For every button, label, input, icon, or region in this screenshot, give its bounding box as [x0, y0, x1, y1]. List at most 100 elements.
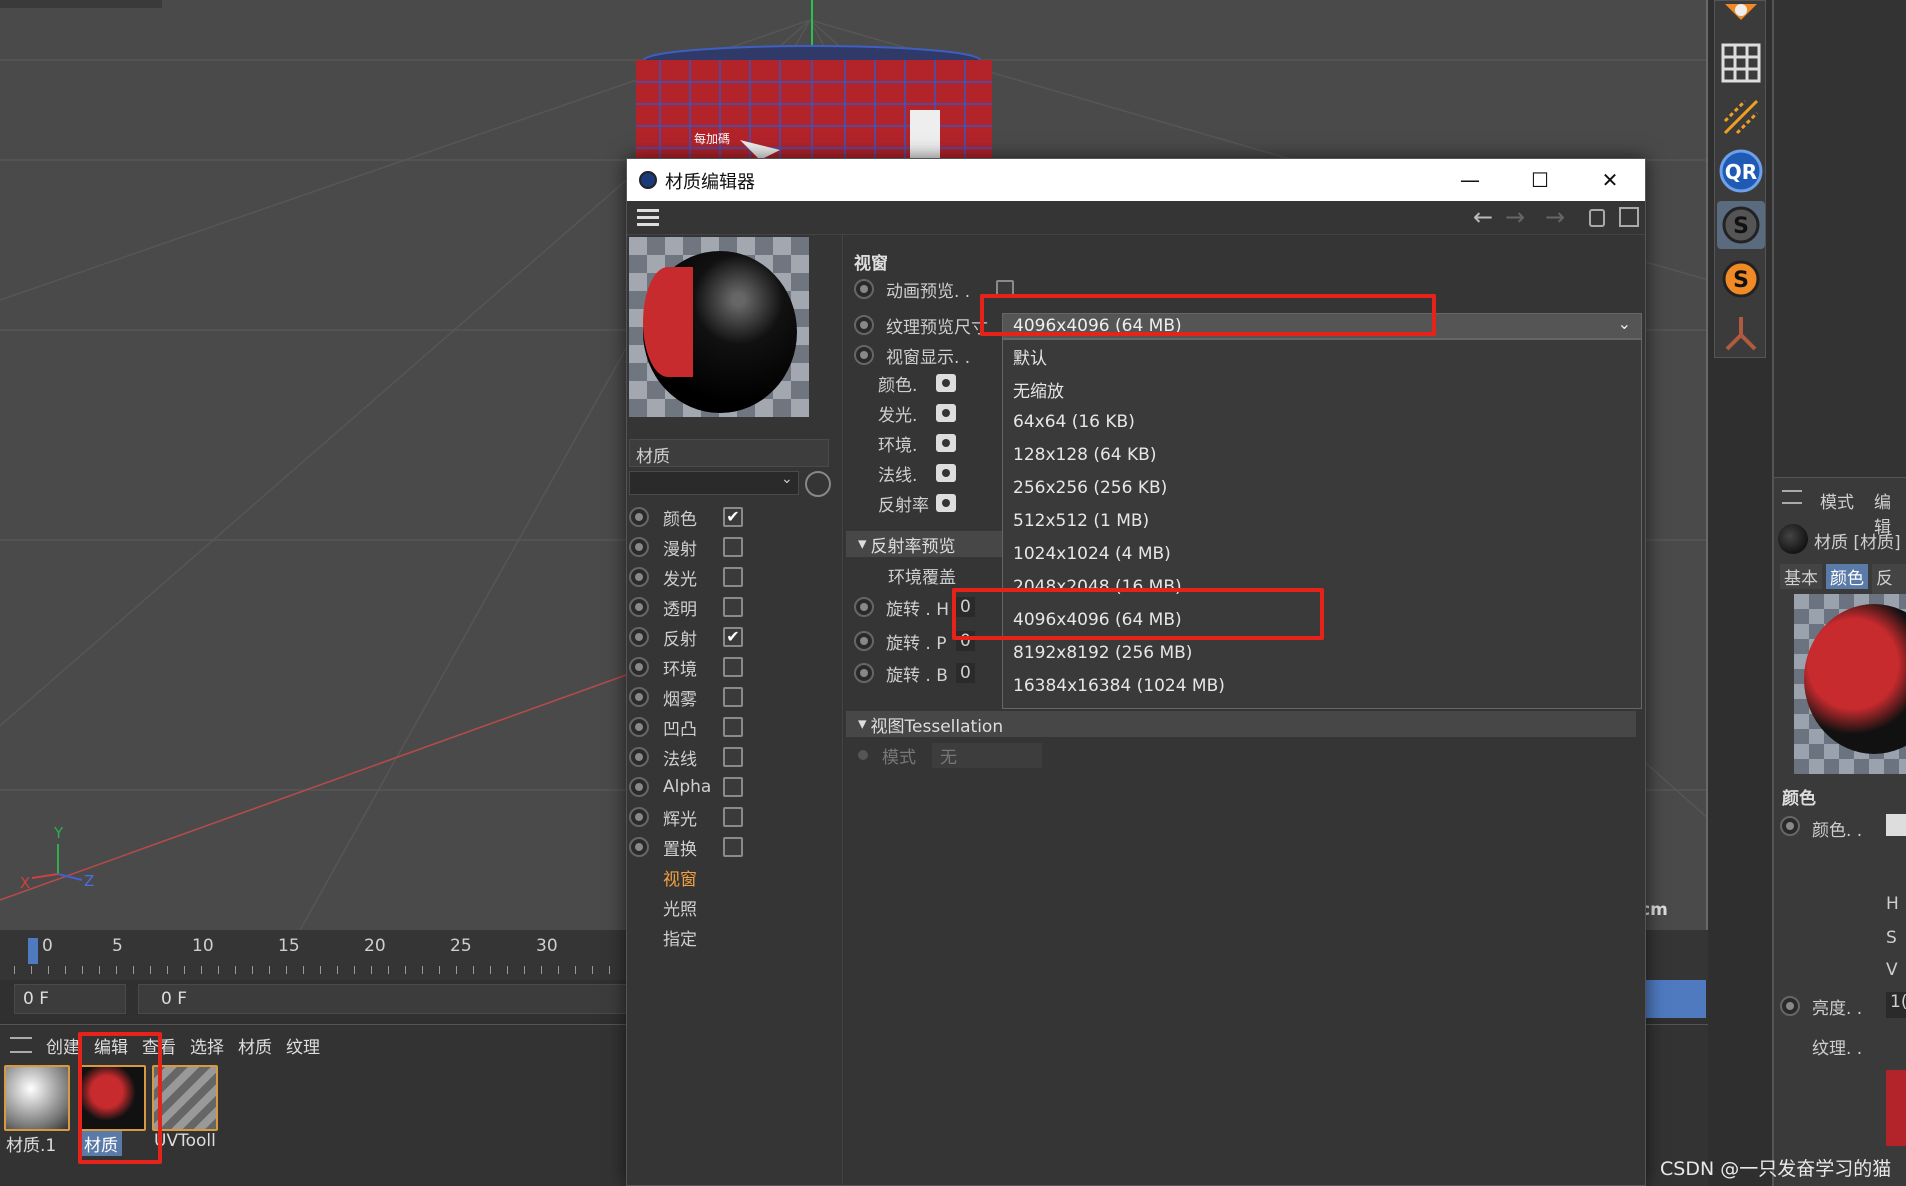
- channel-checkbox[interactable]: ✔: [723, 627, 743, 647]
- display-reflectance[interactable]: 反射率: [878, 489, 956, 517]
- hamburger-icon[interactable]: [637, 209, 659, 226]
- option-512[interactable]: 512x512 (1 MB): [1013, 505, 1149, 537]
- grid-icon[interactable]: [1717, 39, 1765, 87]
- channel-environment[interactable]: 环境: [629, 653, 839, 681]
- eye-icon[interactable]: [936, 494, 956, 512]
- attr-brightness-field[interactable]: 1(: [1886, 992, 1906, 1018]
- attr-brightness-radio[interactable]: [1780, 996, 1800, 1016]
- channel-fog[interactable]: 烟雾: [629, 683, 839, 711]
- channel-radio[interactable]: [629, 567, 649, 587]
- eye-icon[interactable]: [936, 374, 956, 392]
- prop-radio[interactable]: [854, 279, 874, 299]
- lock-icon[interactable]: [1589, 209, 1605, 227]
- channel-color[interactable]: 颜色 ✔: [629, 503, 839, 531]
- material-name-field[interactable]: 材质: [629, 439, 829, 467]
- prop-radio[interactable]: [854, 597, 874, 617]
- channel-transparency[interactable]: 透明: [629, 593, 839, 621]
- channel-radio[interactable]: [629, 657, 649, 677]
- eye-icon[interactable]: [936, 464, 956, 482]
- page-viewport[interactable]: 视窗: [663, 865, 697, 890]
- attr-texture-thumb[interactable]: [1886, 1070, 1906, 1146]
- option-1024[interactable]: 1024x1024 (4 MB): [1013, 538, 1171, 570]
- option-256[interactable]: 256x256 (256 KB): [1013, 472, 1167, 504]
- channel-checkbox[interactable]: [723, 597, 743, 617]
- channel-checkbox[interactable]: [723, 687, 743, 707]
- minimize-icon[interactable]: —: [1435, 159, 1505, 201]
- snap-icon[interactable]: [1717, 1, 1765, 31]
- rot-b-value[interactable]: 0: [956, 663, 975, 683]
- material-label-1[interactable]: 材质.1: [6, 1131, 56, 1156]
- eye-icon[interactable]: [936, 404, 956, 422]
- s-orange-icon[interactable]: S: [1717, 255, 1765, 303]
- menu-icon[interactable]: [1782, 490, 1802, 504]
- option-64[interactable]: 64x64 (16 KB): [1013, 406, 1135, 438]
- rot-h-value[interactable]: 0: [956, 597, 975, 617]
- option-no-scale[interactable]: 无缩放: [1013, 373, 1064, 405]
- channel-radio[interactable]: [629, 807, 649, 827]
- qr-icon[interactable]: QR: [1717, 147, 1765, 195]
- channel-reflectance[interactable]: 反射 ✔: [629, 623, 839, 651]
- forward-arrow-icon[interactable]: →: [1505, 203, 1525, 231]
- attr-tab-color[interactable]: 颜色: [1826, 564, 1868, 589]
- back-arrow-icon[interactable]: ←: [1473, 203, 1493, 231]
- channel-radio[interactable]: [629, 777, 649, 797]
- channel-radio[interactable]: [629, 717, 649, 737]
- prop-rot-p[interactable]: 旋转 . P 0: [854, 627, 975, 655]
- option-128[interactable]: 128x128 (64 KB): [1013, 439, 1156, 471]
- s-gray-icon[interactable]: S: [1717, 201, 1765, 249]
- attr-tab-basic[interactable]: 基本: [1780, 564, 1822, 589]
- mat-menu-create[interactable]: 创建: [46, 1033, 80, 1058]
- prop-viewport-display[interactable]: 视窗显示. .: [854, 341, 996, 369]
- channel-bump[interactable]: 凹凸: [629, 713, 839, 741]
- option-8192[interactable]: 8192x8192 (256 MB): [1013, 637, 1192, 669]
- channel-radio[interactable]: [629, 537, 649, 557]
- mat-menu-edit[interactable]: 编辑: [94, 1033, 128, 1058]
- prop-texture-size[interactable]: 纹理预览尺寸: [854, 311, 996, 339]
- prop-radio[interactable]: [854, 345, 874, 365]
- channel-radio[interactable]: [629, 747, 649, 767]
- prop-rot-h[interactable]: 旋转 . H 0: [854, 593, 975, 621]
- display-color[interactable]: 颜色.: [878, 369, 956, 397]
- prop-mode[interactable]: 模式无: [858, 741, 1042, 769]
- close-icon[interactable]: ✕: [1575, 159, 1645, 201]
- material-thumb-3[interactable]: [152, 1065, 218, 1131]
- channel-checkbox[interactable]: [723, 747, 743, 767]
- editor-titlebar[interactable]: 材质编辑器 — ☐ ✕: [627, 159, 1645, 201]
- channel-glow[interactable]: 辉光: [629, 803, 839, 831]
- up-arrow-icon[interactable]: →: [1545, 203, 1565, 231]
- material-link-field[interactable]: [629, 471, 799, 495]
- mat-menu-texture[interactable]: 纹理: [286, 1033, 320, 1058]
- channel-checkbox[interactable]: ✔: [723, 507, 743, 527]
- rot-p-value[interactable]: 0: [956, 631, 975, 651]
- channel-checkbox[interactable]: [723, 567, 743, 587]
- pick-icon[interactable]: [805, 471, 831, 497]
- prop-radio[interactable]: [854, 663, 874, 683]
- channel-checkbox[interactable]: [723, 717, 743, 737]
- page-assign[interactable]: 指定: [663, 925, 697, 950]
- current-frame-field[interactable]: 0 F: [14, 984, 126, 1014]
- channel-checkbox[interactable]: [723, 657, 743, 677]
- option-default[interactable]: 默认: [1013, 340, 1047, 372]
- prop-radio[interactable]: [854, 631, 874, 651]
- channel-radio[interactable]: [629, 597, 649, 617]
- playhead[interactable]: [28, 938, 38, 964]
- maximize-icon[interactable]: ☐: [1505, 159, 1575, 201]
- page-illumination[interactable]: 光照: [663, 895, 697, 920]
- channel-alpha[interactable]: Alpha: [629, 773, 839, 801]
- attr-menu-mode[interactable]: 模式: [1820, 488, 1854, 513]
- display-luminance[interactable]: 发光.: [878, 399, 956, 427]
- frame-display-field[interactable]: 0 F: [138, 984, 628, 1014]
- anim-preview-checkbox[interactable]: [996, 280, 1014, 298]
- material-label-3[interactable]: UVTooll: [154, 1131, 216, 1151]
- joint-icon[interactable]: [1717, 309, 1765, 357]
- channel-displacement[interactable]: 置换: [629, 833, 839, 861]
- texture-size-select[interactable]: 4096x4096 (64 MB) ⌄: [1002, 313, 1642, 339]
- channel-checkbox[interactable]: [723, 537, 743, 557]
- mat-menu-view[interactable]: 查看: [142, 1033, 176, 1058]
- display-environment[interactable]: 环境.: [878, 429, 956, 457]
- material-thumb-2[interactable]: [80, 1065, 146, 1131]
- eye-icon[interactable]: [936, 434, 956, 452]
- channel-radio[interactable]: [629, 507, 649, 527]
- material-preview[interactable]: [629, 237, 809, 417]
- attr-color-radio[interactable]: [1780, 816, 1800, 836]
